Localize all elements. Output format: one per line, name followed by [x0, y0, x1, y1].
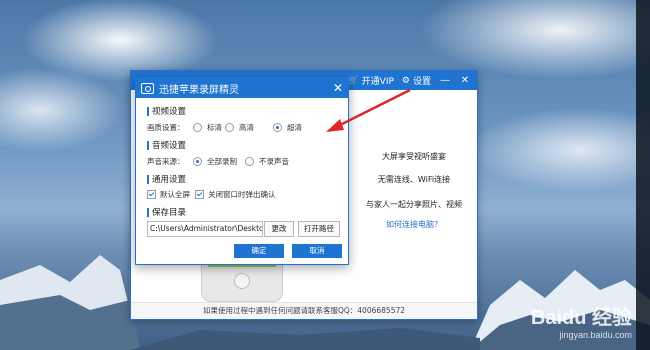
- radio-no-audio[interactable]: [245, 157, 254, 166]
- promo-line-3: 与家人一起分享照片、视频: [366, 200, 462, 209]
- status-bar: 如果使用过程中遇到任何问题请联系客服QQ：4006685572: [131, 302, 477, 319]
- vip-button[interactable]: 🛒 开通VIP: [347, 74, 394, 88]
- default-fullscreen-checkbox[interactable]: [147, 190, 156, 199]
- quality-option-hd[interactable]: 高清: [225, 122, 273, 133]
- watermark-url: jingyan.baidu.com: [559, 330, 632, 340]
- dialog-close-button[interactable]: ✕: [333, 81, 343, 95]
- gear-icon: ⚙: [401, 75, 410, 86]
- radio-sd[interactable]: [193, 123, 202, 132]
- save-path-input[interactable]: C:\Users\Administrator\Desktop\: [147, 221, 263, 237]
- default-fullscreen-label: 默认全屏: [160, 190, 190, 199]
- general-row: 默认全屏 关闭窗口时弹出确认: [147, 189, 276, 200]
- vip-label: 开通VIP: [361, 77, 394, 87]
- cancel-button[interactable]: 取消: [292, 244, 342, 258]
- how-to-connect-link[interactable]: 如何连接电脑？: [351, 219, 477, 230]
- cart-icon: 🛒: [347, 75, 359, 86]
- settings-button[interactable]: ⚙ 设置: [401, 74, 431, 88]
- quality-row: 画质设置： 标清 高清 超清: [147, 122, 302, 133]
- watermark: Baidu 经验 jingyan.baidu.com: [531, 301, 632, 340]
- screen-edge: [636, 0, 650, 350]
- open-path-button[interactable]: 打开路径: [298, 221, 340, 237]
- close-confirm-label: 关闭窗口时弹出确认: [208, 190, 276, 199]
- ok-button[interactable]: 确定: [234, 244, 284, 258]
- radio-uhd-label: 超清: [287, 123, 302, 132]
- dialog-title: 迅捷苹果录屏精灵: [159, 84, 239, 96]
- radio-record-all-label: 全部录制: [207, 157, 237, 166]
- audio-settings-heading: 音频设置: [147, 139, 186, 151]
- change-path-button[interactable]: 更改: [264, 221, 294, 237]
- radio-record-all[interactable]: [193, 157, 202, 166]
- app-logo-icon: [141, 82, 154, 94]
- settings-label: 设置: [412, 77, 431, 87]
- promo-line-2: 无需连线、WiFi连接: [377, 175, 451, 184]
- close-confirm-checkbox[interactable]: [195, 190, 204, 199]
- promo-line-1: 大屏享受视听盛宴: [382, 152, 446, 161]
- watermark-brand: Baidu 经验: [530, 307, 632, 329]
- audio-source-row: 声音来源： 全部录制 不录声音: [147, 156, 289, 167]
- radio-hd-label: 高清: [239, 123, 254, 132]
- audio-option-none[interactable]: 不录声音: [245, 156, 289, 167]
- close-button[interactable]: ✕: [459, 75, 471, 86]
- default-fullscreen-option[interactable]: 默认全屏: [147, 189, 195, 200]
- minimize-button[interactable]: —: [439, 75, 451, 86]
- save-directory-heading: 保存目录: [147, 206, 186, 218]
- video-settings-heading: 视频设置: [147, 105, 186, 117]
- dialog-titlebar: 迅捷苹果录屏精灵 ✕: [136, 78, 348, 98]
- radio-no-audio-label: 不录声音: [259, 157, 289, 166]
- quality-option-sd[interactable]: 标清: [193, 122, 225, 133]
- radio-uhd[interactable]: [273, 123, 282, 132]
- phone-illustration: [201, 261, 283, 302]
- phone-home-button-icon: [234, 273, 250, 289]
- audio-source-label: 声音来源：: [147, 157, 185, 166]
- audio-option-all[interactable]: 全部录制: [193, 156, 245, 167]
- quality-option-uhd[interactable]: 超清: [273, 122, 302, 133]
- close-confirm-option[interactable]: 关闭窗口时弹出确认: [195, 189, 276, 200]
- general-settings-heading: 通用设置: [147, 173, 186, 185]
- radio-sd-label: 标清: [207, 123, 222, 132]
- quality-label: 画质设置：: [147, 123, 185, 132]
- settings-dialog: 迅捷苹果录屏精灵 ✕ 视频设置 画质设置： 标清 高清 超清 音频设置 声音来源…: [135, 77, 349, 265]
- radio-hd[interactable]: [225, 123, 234, 132]
